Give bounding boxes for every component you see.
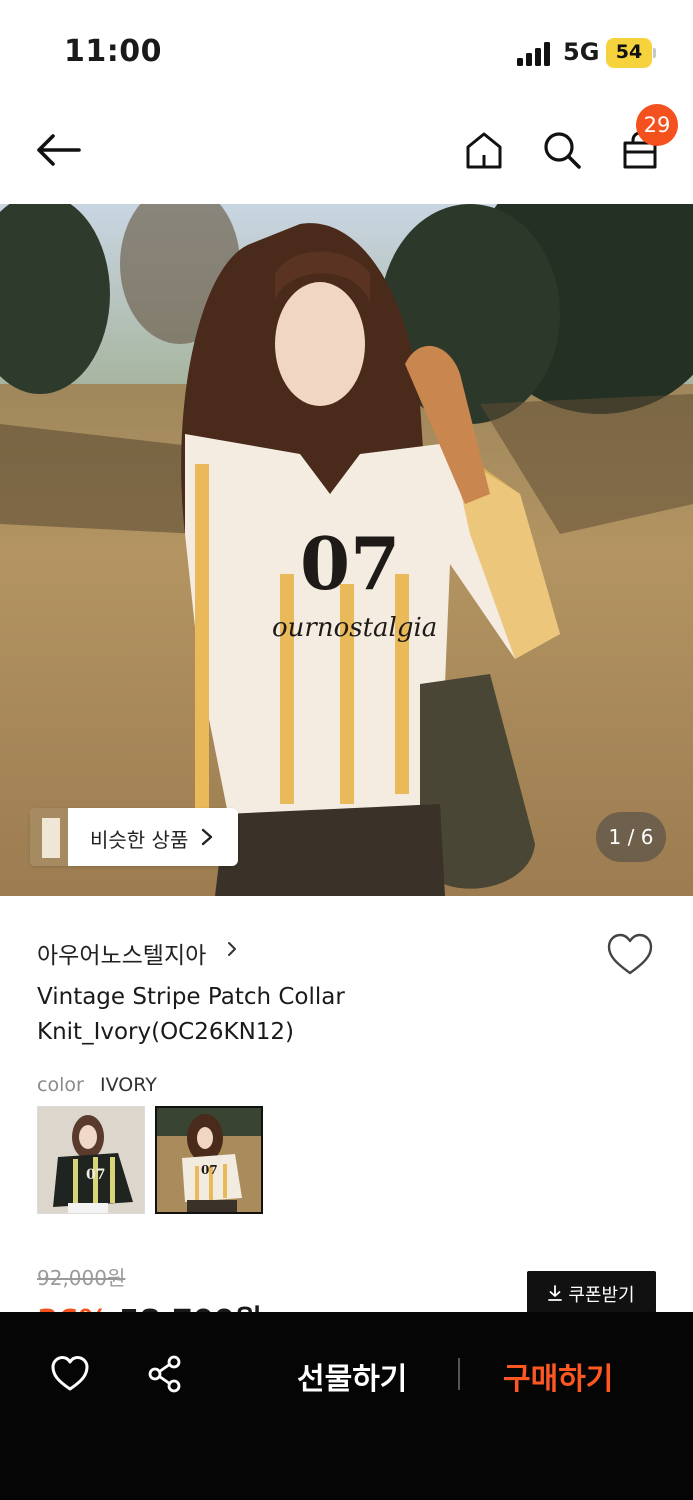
product-photo[interactable]: 07 ournostalgia bbox=[0, 204, 693, 896]
status-time: 11:00 bbox=[64, 34, 162, 69]
brand-link[interactable]: 아우어노스텔지아 bbox=[37, 936, 206, 970]
arrow-left-icon bbox=[37, 134, 81, 166]
swatch-print-number: 07 bbox=[86, 1167, 105, 1183]
share-icon[interactable] bbox=[145, 1354, 185, 1394]
gift-button[interactable]: 선물하기 bbox=[297, 1354, 407, 1398]
top-nav bbox=[0, 100, 693, 204]
color-swatch-ivory[interactable]: 07 bbox=[155, 1106, 263, 1214]
color-option-key: color bbox=[37, 1074, 84, 1096]
color-swatch-black[interactable]: 07 bbox=[37, 1106, 145, 1214]
sweater-print-script: ournostalgia bbox=[272, 613, 437, 643]
signal-icon bbox=[517, 42, 553, 66]
swatch-print-number: 07 bbox=[201, 1163, 218, 1177]
sale-price: 58,700원 bbox=[119, 1296, 262, 1312]
battery-level: 54 bbox=[615, 41, 643, 63]
download-icon bbox=[548, 1285, 563, 1301]
status-bar: 11:00 5G 54 bbox=[0, 0, 693, 100]
heart-icon[interactable] bbox=[50, 1354, 90, 1394]
product-title: Vintage Stripe Patch Collar Knit_Ivory(O… bbox=[37, 984, 345, 1045]
sweater-print-number: 07 bbox=[300, 521, 400, 606]
home-icon bbox=[466, 132, 502, 169]
search-icon bbox=[544, 132, 581, 169]
buy-button[interactable]: 구매하기 bbox=[503, 1354, 613, 1398]
chevron-right-icon bbox=[228, 942, 236, 956]
cart-count-badge: 29 bbox=[636, 104, 678, 146]
discount-rate: 36% bbox=[37, 1304, 109, 1312]
chevron-right-icon bbox=[201, 828, 213, 846]
sale-price-row: 36% 58,700원 bbox=[37, 1296, 262, 1312]
heart-icon[interactable] bbox=[606, 932, 654, 978]
coupon-label: 쿠폰받기 bbox=[568, 1285, 635, 1306]
original-price: 92,000원 bbox=[37, 1266, 126, 1290]
image-counter: 1 / 6 bbox=[596, 812, 666, 862]
battery-icon: 54 bbox=[606, 38, 656, 68]
network-label: 5G bbox=[563, 38, 600, 66]
search-button[interactable] bbox=[538, 126, 586, 174]
color-option-value: IVORY bbox=[100, 1074, 157, 1096]
home-button[interactable] bbox=[460, 126, 508, 174]
bottom-action-bar bbox=[0, 1312, 693, 1500]
similar-products-label: 비슷한 상품 bbox=[90, 828, 189, 852]
coupon-download-button[interactable]: 쿠폰받기 bbox=[527, 1271, 656, 1313]
divider bbox=[458, 1358, 460, 1390]
similar-thumbnail bbox=[30, 808, 68, 866]
back-button[interactable] bbox=[34, 126, 82, 174]
